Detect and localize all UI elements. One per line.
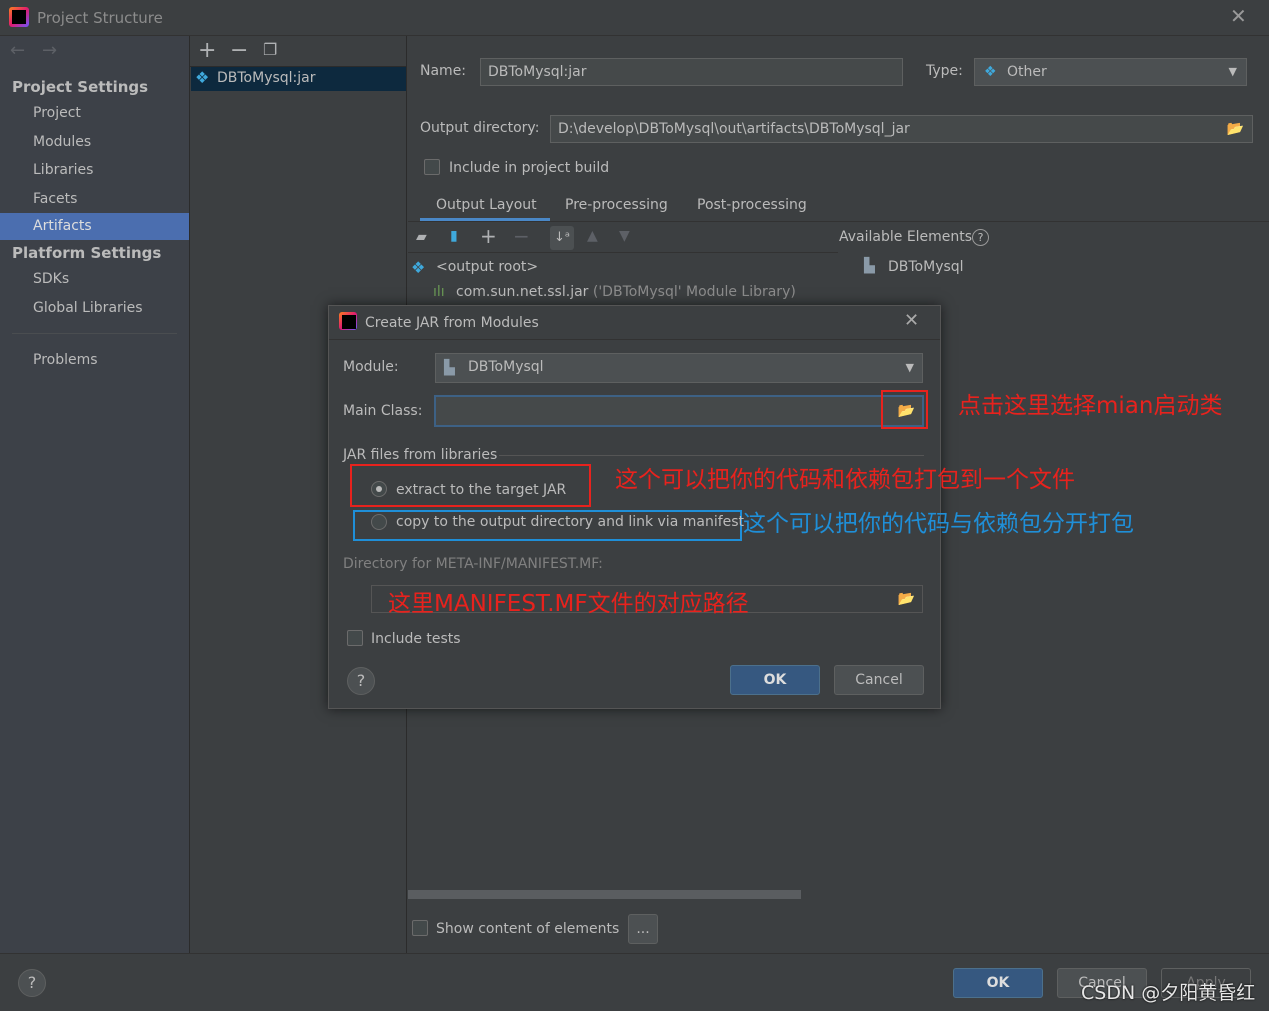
artifact-icon: ❖ [984, 64, 997, 80]
copy-radio[interactable] [371, 514, 387, 530]
library-note: ('DBToMysql' Module Library) [592, 284, 796, 300]
title-bar: Project Structure ✕ [0, 0, 1269, 36]
sidebar: ← → Project Settings Project Modules Lib… [0, 36, 190, 953]
divider [12, 333, 177, 334]
show-content-options-button[interactable]: ... [628, 914, 658, 944]
type-value: Other [1007, 64, 1047, 80]
sidebar-item-artifacts[interactable]: Artifacts [0, 213, 189, 240]
remove-element-icon[interactable]: − [513, 224, 530, 248]
archive-icon[interactable]: ▮ [450, 228, 458, 244]
sidebar-item-global-libraries[interactable]: Global Libraries [0, 295, 189, 322]
name-input[interactable]: DBToMysql:jar [480, 58, 903, 86]
type-select[interactable]: ❖ Other ▼ [974, 58, 1247, 86]
tab-pre-processing[interactable]: Pre-processing [565, 197, 668, 213]
tree-library[interactable]: com.sun.net.ssl.jar ('DBToMysql' Module … [456, 284, 796, 300]
sidebar-item-libraries[interactable]: Libraries [0, 157, 189, 184]
artifact-icon: ❖ [411, 258, 426, 277]
sort-icon[interactable]: ↓ᵃ [550, 226, 574, 250]
sidebar-item-modules[interactable]: Modules [0, 129, 189, 156]
library-name: com.sun.net.ssl.jar [456, 284, 589, 300]
output-dir-value: D:\develop\DBToMysql\out\artifacts\DBToM… [558, 121, 910, 137]
include-build-checkbox[interactable] [424, 159, 440, 175]
jar-group-label: JAR files from libraries [343, 447, 498, 463]
folder-icon[interactable]: 📂 [1227, 116, 1244, 142]
chevron-down-icon: ▼ [1228, 65, 1237, 78]
dialog-help-button[interactable]: ? [347, 667, 375, 695]
module-folder-icon: ▙ [444, 360, 455, 376]
annotation-main-class: 点击这里选择mian启动类 [958, 393, 1223, 419]
extract-radio[interactable] [371, 481, 387, 497]
intellij-logo-icon [9, 7, 29, 27]
annotation-copy: 这个可以把你的代码与依赖包分开打包 [743, 511, 1134, 537]
project-settings-heading: Project Settings [12, 78, 149, 96]
include-build-label: Include in project build [449, 160, 610, 176]
show-content-label: Show content of elements [436, 921, 620, 937]
show-content-checkbox[interactable] [412, 920, 428, 936]
extract-label: extract to the target JAR [396, 482, 567, 498]
browse-folder-icon[interactable]: 📂 [898, 586, 915, 612]
output-dir-label: Output directory: [420, 120, 540, 136]
available-module[interactable]: DBToMysql [888, 259, 964, 275]
annotation-extract: 这个可以把你的代码和依赖包打包到一个文件 [615, 467, 1075, 493]
library-icon: ılı [433, 284, 445, 300]
module-label: Module: [343, 359, 399, 375]
name-label: Name: [420, 63, 467, 79]
close-icon[interactable]: ✕ [1230, 4, 1247, 28]
main-class-input[interactable]: 📂 [434, 395, 924, 427]
module-select[interactable]: ▙ DBToMysql ▼ [435, 353, 923, 383]
new-folder-icon[interactable]: ▰ [416, 229, 427, 245]
window-title: Project Structure [37, 9, 163, 27]
help-button[interactable]: ? [18, 969, 46, 997]
forward-arrow-icon[interactable]: → [42, 40, 57, 61]
annotation-manifest: 这里MANIFEST.MF文件的对应路径 [388, 591, 749, 617]
horizontal-scrollbar[interactable] [408, 890, 801, 899]
back-arrow-icon[interactable]: ← [10, 40, 25, 61]
move-down-icon[interactable]: ▼ [619, 228, 630, 244]
remove-icon[interactable]: − [230, 38, 248, 63]
annotation-box-main-class [881, 390, 928, 429]
tab-output-layout[interactable]: Output Layout [436, 197, 537, 213]
watermark: CSDN @夕阳黄昏红 [1081, 982, 1256, 1004]
chevron-down-icon: ▼ [905, 361, 914, 374]
sidebar-item-problems[interactable]: Problems [0, 347, 189, 374]
module-folder-icon: ▙ [864, 258, 875, 274]
main-class-label: Main Class: [343, 403, 423, 419]
include-tests-checkbox[interactable] [347, 630, 363, 646]
dialog-close-icon[interactable]: ✕ [904, 310, 919, 331]
platform-settings-heading: Platform Settings [12, 244, 162, 262]
module-value: DBToMysql [468, 359, 544, 375]
artifact-name: DBToMysql:jar [217, 70, 316, 86]
include-tests-label: Include tests [371, 631, 461, 647]
sidebar-item-facets[interactable]: Facets [0, 186, 189, 213]
dialog-title: Create JAR from Modules [365, 315, 539, 331]
add-icon[interactable]: + [198, 38, 216, 63]
move-up-icon[interactable]: ▲ [587, 228, 598, 244]
artifact-icon: ❖ [195, 68, 210, 87]
available-elements-label: Available Elements [839, 229, 973, 245]
dialog-cancel-button[interactable]: Cancel [834, 665, 924, 695]
dialog-ok-button[interactable]: OK [730, 665, 820, 695]
ok-button[interactable]: OK [953, 968, 1043, 998]
artifact-item[interactable]: ❖ DBToMysql:jar [191, 67, 406, 91]
intellij-logo-icon [339, 312, 357, 330]
add-element-icon[interactable]: + [480, 224, 497, 248]
type-label: Type: [926, 63, 963, 79]
sidebar-item-sdks[interactable]: SDKs [0, 266, 189, 293]
tree-output-root[interactable]: <output root> [436, 259, 538, 275]
copy-label: copy to the output directory and link vi… [396, 514, 745, 530]
copy-icon[interactable]: ❐ [263, 40, 277, 59]
tab-post-processing[interactable]: Post-processing [697, 197, 807, 213]
manifest-label: Directory for META-INF/MANIFEST.MF: [343, 556, 603, 572]
sidebar-item-project[interactable]: Project [0, 100, 189, 127]
output-dir-input[interactable]: D:\develop\DBToMysql\out\artifacts\DBToM… [550, 115, 1253, 143]
help-icon[interactable]: ? [972, 229, 989, 246]
